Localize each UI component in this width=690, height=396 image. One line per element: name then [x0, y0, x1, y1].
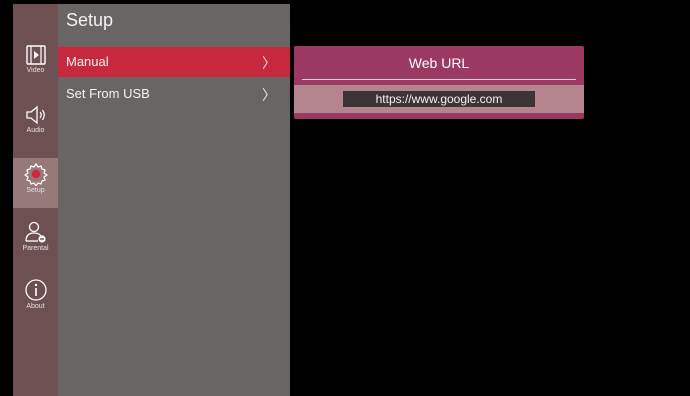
url-input[interactable]: https://www.google.com: [343, 91, 535, 107]
sidebar: Video Audio Setup Parental About: [13, 4, 58, 396]
chevron-right-icon: 〉: [262, 87, 276, 103]
tv-screen: Video Audio Setup Parental About Setup M…: [0, 0, 690, 396]
sidebar-item-label: About: [26, 303, 45, 310]
dialog-title: Web URL: [408, 55, 470, 71]
parental-user-icon: [24, 221, 46, 243]
sidebar-item-audio[interactable]: Audio: [13, 100, 58, 150]
sidebar-item-setup[interactable]: Setup: [13, 158, 58, 208]
web-url-dialog: Web URL https://www.google.com: [294, 46, 584, 119]
video-icon: [25, 45, 46, 65]
sidebar-item-video[interactable]: Video: [13, 40, 58, 90]
sidebar-item-label: Audio: [26, 127, 45, 134]
menu-item-label: Manual: [66, 54, 109, 69]
page-title: Setup: [66, 10, 114, 30]
menu-item-label: Set From USB: [66, 86, 150, 101]
sidebar-item-label: Parental: [22, 245, 49, 252]
sidebar-item-parental[interactable]: Parental: [13, 216, 58, 266]
setup-menu: Setup Manual 〉 Set From USB 〉: [58, 4, 290, 396]
menu-item-manual[interactable]: Manual 〉: [58, 47, 290, 77]
sidebar-item-label: Video: [26, 67, 45, 74]
divider: [302, 79, 576, 80]
gear-icon: [23, 162, 48, 186]
menu-item-set-from-usb[interactable]: Set From USB 〉: [58, 79, 290, 109]
sidebar-item-about[interactable]: About: [13, 274, 58, 324]
info-icon: [24, 279, 47, 301]
speaker-icon: [25, 105, 45, 125]
chevron-right-icon: 〉: [262, 55, 276, 71]
sidebar-item-label: Setup: [26, 187, 45, 194]
